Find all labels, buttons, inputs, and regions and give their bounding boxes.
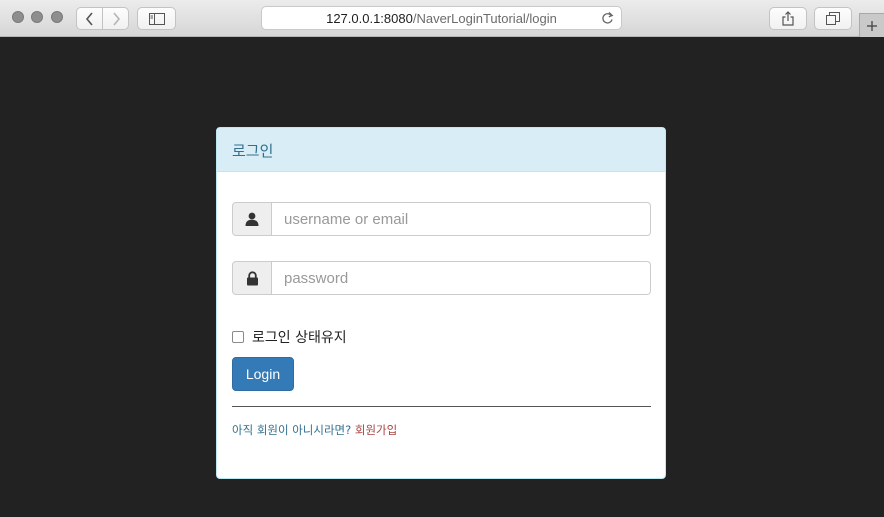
- minimize-window-button[interactable]: [31, 11, 43, 23]
- chevron-right-icon: [112, 11, 120, 26]
- password-addon: [232, 261, 272, 295]
- close-window-button[interactable]: [12, 11, 24, 23]
- chevron-left-icon: [85, 11, 93, 26]
- zoom-window-button[interactable]: [51, 11, 63, 23]
- new-tab-button[interactable]: [859, 13, 884, 37]
- signup-prompt: 아직 회원이 아니시라면? 회원가입: [232, 422, 397, 438]
- username-group: [232, 202, 651, 236]
- plus-icon: [867, 20, 877, 31]
- back-button[interactable]: [76, 7, 103, 30]
- remember-me[interactable]: 로그인 상태유지: [232, 327, 347, 347]
- address-bar[interactable]: 127.0.0.1:8080/NaverLoginTutorial/login: [261, 6, 622, 30]
- password-group: [232, 261, 651, 295]
- url-text: 127.0.0.1:8080/NaverLoginTutorial/login: [262, 11, 621, 26]
- login-panel: 로그인 로그인 상태유지 Login 아직 회원이 아니시라면? 회원가입: [216, 127, 666, 479]
- url-path: /NaverLoginTutorial/login: [412, 11, 557, 26]
- share-icon: [782, 11, 794, 26]
- browser-toolbar: 127.0.0.1:8080/NaverLoginTutorial/login: [0, 0, 884, 37]
- url-host: 127.0.0.1:8080: [326, 11, 413, 26]
- tabs-icon: [826, 12, 840, 25]
- user-icon: [245, 212, 259, 226]
- signup-link[interactable]: 회원가입: [355, 423, 397, 437]
- remember-checkbox[interactable]: [232, 331, 244, 343]
- panel-title: 로그인: [232, 142, 274, 160]
- lock-icon: [246, 270, 258, 285]
- signup-question: 아직 회원이 아니시라면?: [232, 423, 352, 437]
- share-button[interactable]: [769, 7, 807, 30]
- username-addon: [232, 202, 272, 236]
- reload-icon[interactable]: [601, 11, 614, 25]
- remember-label: 로그인 상태유지: [252, 330, 347, 346]
- divider: [232, 406, 651, 407]
- login-button[interactable]: Login: [232, 357, 294, 391]
- sidebar-icon: [148, 12, 165, 25]
- sidebar-toggle-button[interactable]: [137, 7, 176, 30]
- forward-button[interactable]: [102, 7, 129, 30]
- password-input[interactable]: [272, 261, 651, 295]
- tabs-overview-button[interactable]: [814, 7, 852, 30]
- panel-heading: 로그인: [217, 128, 665, 172]
- username-input[interactable]: [272, 202, 651, 236]
